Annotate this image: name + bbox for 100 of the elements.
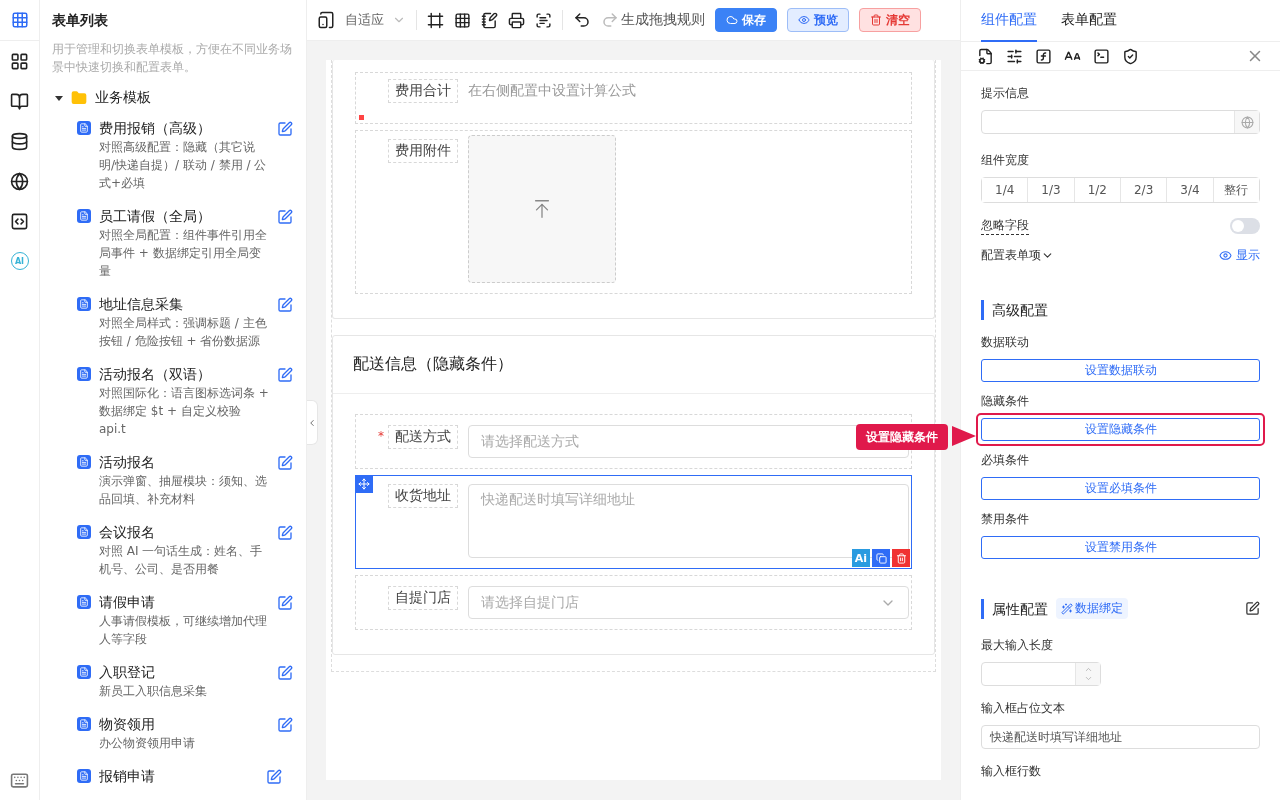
width-option[interactable]: 整行 [1212,178,1259,202]
condition-button[interactable]: 设置禁用条件 [981,536,1260,559]
data-binding-tag[interactable]: 数据绑定 [1056,598,1128,619]
frame-icon[interactable] [427,11,444,29]
template-description: 新员工入职信息采集 [99,683,208,700]
move-handle-icon[interactable] [355,475,373,493]
template-title[interactable]: 费用报销（高级） [99,118,269,138]
template-description: 对照 AI 一句话生成：姓名、手机号、公司、是否用餐 [99,543,264,578]
form-items-dropdown[interactable]: 配置表单项 [981,247,1054,264]
apps-icon[interactable] [10,11,29,29]
template-title[interactable]: 请假申请 [99,592,269,612]
cloud-icon [726,14,738,26]
copy-icon[interactable] [872,549,890,567]
field-label: 禁用条件 [981,511,1030,528]
file-settings-icon[interactable] [977,47,994,65]
formula-hint: 在右侧配置中设置计算公式 [468,81,636,100]
template-description: 对照高级配置：隐藏（其它说明/快递自提）/ 联动 / 禁用 / 公式+必填 [99,139,268,192]
book-icon[interactable] [10,91,29,111]
collapse-handle[interactable] [307,400,318,445]
number-input[interactable] [981,662,1101,686]
document-icon [77,297,91,311]
template-description: 办公物资领用申请 [99,735,196,752]
scan-text-icon[interactable] [535,11,552,29]
template-title[interactable]: 活动报名（双语） [99,364,269,384]
template-description: 演示弹窗、抽屉模块：须知、选品回填、补充材料 [99,473,268,508]
trash-icon [870,14,882,26]
sidebar-description: 用于管理和切换表单模板，方便在不同业务场景中快速切换和配置表单。 [52,41,293,76]
template-title[interactable]: 物资领用 [99,714,269,734]
tip-input[interactable] [981,110,1260,134]
document-icon [77,525,91,539]
eye-icon [798,14,810,26]
field-label: 自提门店 [388,586,458,610]
document-icon [77,717,91,731]
document-icon [77,769,91,783]
field-label: 组件宽度 [981,152,1030,169]
function-icon[interactable] [1035,47,1052,65]
sidebar-title: 表单列表 [52,12,109,30]
generate-rule-link[interactable]: 生成拖拽规则 [621,11,705,29]
template-title[interactable]: 入职登记 [99,662,269,682]
document-icon [77,665,91,679]
notebook-pen-icon[interactable] [481,11,498,29]
template-title[interactable]: 员工请假（全局） [99,206,269,226]
field-label: 费用附件 [388,139,458,163]
grid-icon[interactable] [10,51,29,71]
sliders-icon[interactable] [1006,47,1023,65]
device-select[interactable]: 自适应 [345,11,406,29]
terminal-icon[interactable] [1093,47,1110,65]
panel-tab[interactable]: 组件配置 [981,0,1037,42]
database-icon[interactable] [10,131,29,151]
field-label: 配送方式 [388,425,458,449]
template-description: 对照全局配置：组件事件引用全局事件 + 数据绑定引用全局变量 [99,227,268,280]
condition-button[interactable]: 设置数据联动 [981,359,1260,382]
field-label: 费用合计 [388,79,458,103]
section-heading: 属性配置 [981,598,1048,619]
section-heading: 高级配置 [981,300,1048,320]
resize-handle-icon [359,115,364,120]
code-icon[interactable] [10,211,29,231]
folder-label[interactable]: 业务模板 [95,89,151,107]
device-icon[interactable] [317,11,335,29]
field-label: 必填条件 [981,452,1030,469]
field-label: 数据联动 [981,334,1030,351]
required-mark: * [378,429,384,443]
folder-icon [71,90,87,106]
field-label: 隐藏条件 [981,393,1030,410]
delete-icon[interactable] [892,549,910,567]
template-title[interactable]: 报销申请 [99,766,258,786]
template-description: 对照国际化：语言图标选词条 + 数据绑定 $t + 自定义校验 api.t [99,385,269,438]
wand-icon [1061,602,1073,615]
edit-icon[interactable] [1245,601,1260,616]
keyboard-icon[interactable] [10,770,29,790]
template-description: 人事请假模板，可继续增加代理人等字段 [99,613,268,648]
document-icon [77,367,91,381]
shield-check-icon[interactable] [1122,47,1139,65]
field-label: 忽略字段 [981,217,1029,235]
field-label: 最大输入长度 [981,637,1054,654]
save-button[interactable]: 保存 [715,8,777,32]
field-label: 收货地址 [388,484,458,508]
field-label: 输入框占位文本 [981,700,1066,717]
template-description: 对照全局样式：强调标题 / 主色按钮 / 危险按钮 + 省份数据源 [99,315,268,350]
condition-button[interactable]: 设置隐藏条件 [981,418,1260,441]
template-title[interactable]: 会议报名 [99,522,269,542]
undo-icon[interactable] [573,11,591,29]
field-label: 输入框行数 [981,763,1042,780]
document-icon [77,595,91,609]
template-title[interactable]: 活动报名 [99,452,269,472]
section-title: 配送信息（隐藏条件） [333,336,934,394]
grid-icon[interactable] [454,11,471,29]
condition-button[interactable]: 设置必填条件 [981,477,1260,500]
placeholder-input[interactable]: 快递配送时填写详细地址 [981,725,1260,749]
globe-icon[interactable] [10,171,29,191]
caret-icon[interactable] [55,95,63,101]
show-link[interactable]: 显示 [1219,247,1260,264]
toggle-switch[interactable] [1230,218,1260,234]
document-icon [77,455,91,469]
panel-tab[interactable]: 表单配置 [1061,0,1117,42]
document-icon [77,121,91,135]
field-label: 提示信息 [981,85,1030,102]
print-icon[interactable] [508,11,525,29]
preview-button[interactable]: 预览 [787,8,849,32]
template-title[interactable]: 地址信息采集 [99,294,269,314]
